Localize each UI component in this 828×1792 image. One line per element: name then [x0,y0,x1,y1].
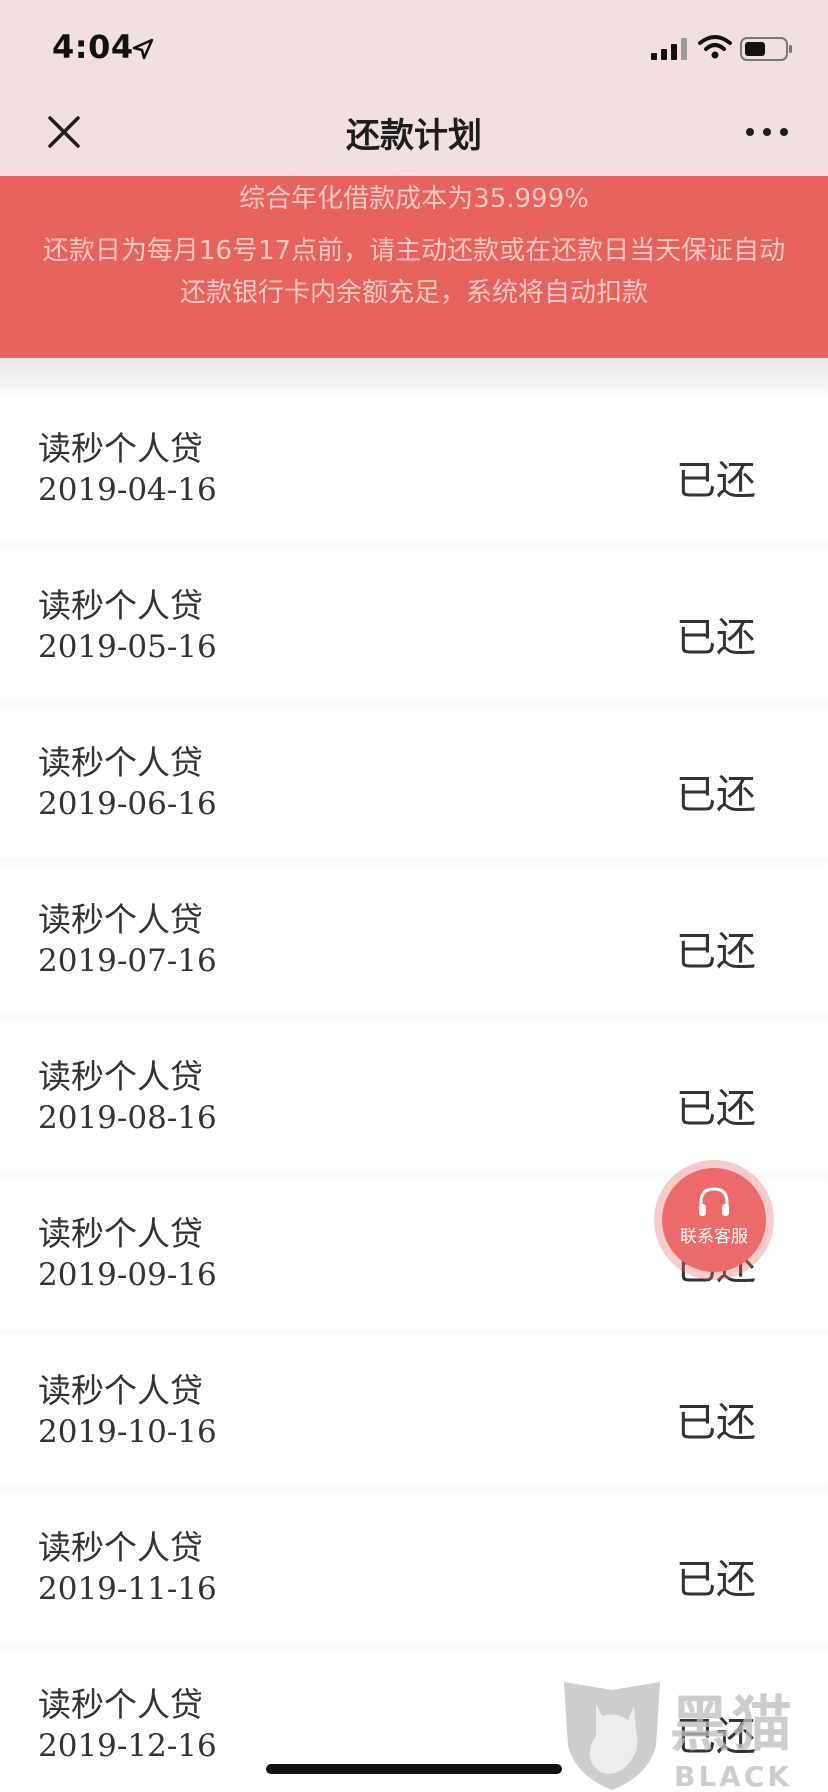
repayment-status: 已还 [676,615,756,661]
repayment-status: 已还 [676,458,756,504]
repayment-status: 已还 [676,772,756,818]
repayment-date: 2019-10-16 [38,1414,217,1450]
more-icon[interactable] [742,114,792,150]
repayment-list: 读秒个人贷 2019-04-16 已还 读秒个人贷 2019-05-16 已还 … [0,388,828,1792]
repayment-row[interactable]: 读秒个人贷 2019-05-16 已还 [0,545,828,702]
repayment-status: 已还 [676,1400,756,1446]
location-arrow-icon [132,38,154,60]
loan-name: 读秒个人贷 [38,1685,203,1724]
repayment-date: 2019-09-16 [38,1257,217,1293]
repayment-date: 2019-11-16 [38,1571,217,1607]
notice-banner: 综合年化借款成本为35.999% 还款日为每月16号17点前，请主动还款或在还款… [0,176,828,358]
repayment-status: 已还 [676,929,756,975]
cellular-signal-icon [651,38,687,60]
loan-name: 读秒个人贷 [38,586,203,625]
loan-name: 读秒个人贷 [38,1528,203,1567]
cost-rate-text: 综合年化借款成本为35.999% [239,184,589,214]
watermark-cn: 黑猫 [670,1690,794,1760]
loan-name: 读秒个人贷 [38,900,203,939]
repayment-date: 2019-06-16 [38,786,217,822]
wifi-icon [698,35,732,59]
repayment-status: 已还 [676,1557,756,1603]
banner-shadow [0,358,828,386]
repayment-row[interactable]: 读秒个人贷 2019-04-16 已还 [0,388,828,545]
home-indicator[interactable] [266,1764,562,1774]
loan-name: 读秒个人贷 [38,743,203,782]
loan-name: 读秒个人贷 [38,429,203,468]
repayment-date: 2019-08-16 [38,1100,217,1136]
repayment-status: 已还 [676,1086,756,1132]
contact-service-button[interactable]: 联系客服 [662,1168,766,1272]
repayment-row[interactable]: 读秒个人贷 2019-07-16 已还 [0,859,828,1016]
repayment-row[interactable]: 读秒个人贷 2019-11-16 已还 [0,1487,828,1644]
loan-name: 读秒个人贷 [38,1057,203,1096]
repayment-date: 2019-05-16 [38,629,217,665]
watermark-en: BLACK CAT [674,1760,793,1792]
loan-name: 读秒个人贷 [38,1371,203,1410]
contact-service-label: 联系客服 [680,1227,748,1247]
header: 4:04 还款计划 [0,0,828,176]
loan-name: 读秒个人贷 [38,1214,203,1253]
repayment-row[interactable]: 读秒个人贷 2019-10-16 已还 [0,1330,828,1487]
repayment-row[interactable]: 读秒个人贷 2019-08-16 已还 [0,1016,828,1173]
repayment-date: 2019-07-16 [38,943,217,979]
repayment-date: 2019-12-16 [38,1728,217,1764]
repayment-date: 2019-04-16 [38,472,217,508]
repayment-plan-screen: 4:04 还款计划 综合年化借款成本为35.999% 还款日为每月16号17点前… [0,0,828,1792]
battery-icon [740,37,792,61]
repayment-note-text: 还款日为每月16号17点前，请主动还款或在还款日当天保证自动还款银行卡内余额充足… [42,236,786,308]
headset-icon [699,1187,729,1216]
page-title: 还款计划 [346,116,482,156]
cat-shield-icon [564,1682,660,1790]
watermark-logo: 黑猫 BLACK CAT [556,1676,828,1792]
repayment-row[interactable]: 读秒个人贷 2019-06-16 已还 [0,702,828,859]
status-time: 4:04 [52,28,134,66]
